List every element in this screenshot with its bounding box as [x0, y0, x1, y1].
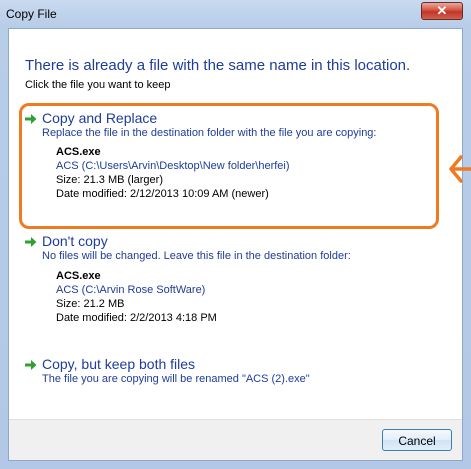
dialog-heading: There is already a file with the same na… — [25, 57, 411, 74]
file-size: Size: 21.2 MB — [56, 298, 125, 310]
dialog-content: There is already a file with the same na… — [8, 28, 463, 461]
cancel-button[interactable]: Cancel — [382, 429, 452, 451]
title-bar[interactable]: Copy File ✕ — [0, 0, 471, 28]
file-date: Date modified: 2/12/2013 10:09 AM (newer… — [56, 188, 269, 200]
window-title: Copy File — [6, 7, 57, 21]
dialog-subheading: Click the file you want to keep — [25, 79, 171, 91]
file-info: ACS.exe ACS (C:\Arvin Rose SoftWare) Siz… — [56, 269, 217, 325]
file-location: ACS (C:\Users\Arvin\Desktop\New folder\h… — [56, 160, 290, 172]
option-title: Copy, but keep both files — [42, 356, 196, 372]
option-title: Copy and Replace — [42, 110, 158, 126]
option-keep-both[interactable]: Copy, but keep both files The file you a… — [25, 356, 445, 392]
option-description: The file you are copying will be renamed… — [42, 373, 310, 385]
file-size: Size: 21.3 MB (larger) — [56, 174, 163, 186]
file-location: ACS (C:\Arvin Rose SoftWare) — [56, 284, 206, 296]
dialog-footer: Cancel — [9, 419, 462, 460]
option-copy-and-replace[interactable]: Copy and Replace Replace the file in the… — [25, 110, 445, 220]
close-icon: ✕ — [436, 3, 448, 18]
green-arrow-icon — [25, 360, 37, 370]
option-description: No files will be changed. Leave this fil… — [42, 250, 351, 262]
file-name: ACS.exe — [56, 270, 101, 282]
copy-file-dialog: Copy File ✕ There is already a file with… — [0, 0, 471, 469]
file-date: Date modified: 2/2/2013 4:18 PM — [56, 312, 217, 324]
green-arrow-icon — [25, 114, 37, 124]
orange-arrow-icon — [449, 155, 471, 183]
green-arrow-icon — [25, 237, 37, 247]
option-dont-copy[interactable]: Don't copy No files will be changed. Lea… — [25, 233, 445, 333]
file-name: ACS.exe — [56, 146, 101, 158]
option-title: Don't copy — [42, 233, 108, 249]
close-button[interactable]: ✕ — [421, 2, 463, 20]
file-info: ACS.exe ACS (C:\Users\Arvin\Desktop\New … — [56, 145, 290, 201]
option-description: Replace the file in the destination fold… — [42, 127, 377, 139]
